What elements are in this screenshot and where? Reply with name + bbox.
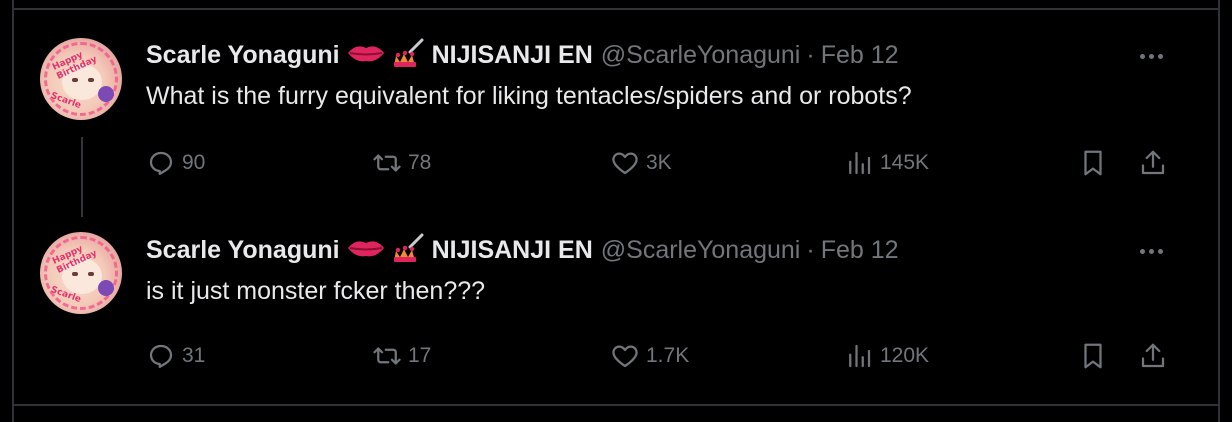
share-icon [1141,343,1165,368]
lips-icon [346,41,386,70]
views-count: 120K [880,344,930,367]
views-icon [849,344,871,368]
avatar-bow [98,280,114,296]
avatar-eye-right [88,78,94,82]
reply-icon [149,151,173,175]
lips-icon [346,236,386,265]
tweet-text: is it just monster fcker then??? [146,277,486,305]
reply-button[interactable]: 90 [146,146,205,180]
reply-icon [149,344,173,368]
like-button[interactable]: 3K [610,146,672,180]
tweet-text: What is the furry equivalent for liking … [146,82,912,110]
repost-icon [373,154,401,172]
heart-icon [612,152,638,175]
reply-count: 90 [182,151,206,174]
repost-button[interactable]: 78 [372,146,431,180]
avatar[interactable]: Happy Birthday Scarle [40,38,122,120]
views-button[interactable]: 120K [844,339,929,373]
tweet-header: Scarle Yonaguni NIJISANJI EN @ScarleYona… [146,233,899,268]
avatar-eye-right [88,272,94,276]
tweet-actions: 90 78 3K 145K [146,146,1196,180]
column-border-right [1218,0,1220,422]
separator-dot: · [806,235,815,264]
avatar-eye-left [72,78,78,82]
share-button[interactable] [1138,146,1168,180]
share-button[interactable] [1138,339,1168,373]
divider-bottom [12,404,1220,406]
share-icon [1141,150,1165,175]
tweet[interactable]: Happy Birthday Scarle Scarle Yonaguni NI… [14,10,1218,217]
views-button[interactable]: 145K [844,146,929,180]
like-count: 1.7K [646,344,690,367]
avatar[interactable]: Happy Birthday Scarle [40,232,122,314]
display-name[interactable]: Scarle Yonaguni [146,41,340,70]
bookmark-icon [1084,150,1102,176]
separator-dot: · [806,40,815,69]
bookmark-button[interactable] [1078,146,1108,180]
more-icon[interactable] [1140,46,1170,66]
views-count: 145K [880,151,930,174]
more-icon[interactable] [1140,241,1170,261]
timestamp[interactable]: Feb 12 [821,236,899,265]
tweet-header: Scarle Yonaguni NIJISANJI EN @ScarleYona… [146,38,899,73]
nail-polish-icon [392,233,426,268]
heart-icon [612,345,638,368]
bookmark-button[interactable] [1078,339,1108,373]
handle[interactable]: @ScarleYonaguni [601,236,801,265]
avatar-eye-left [72,272,78,276]
timeline-frame: Happy Birthday Scarle Scarle Yonaguni NI… [0,0,1232,422]
repost-count: 78 [408,151,432,174]
handle[interactable]: @ScarleYonaguni [601,41,801,70]
repost-icon [373,347,401,365]
tweet[interactable]: Happy Birthday Scarle Scarle Yonaguni NI… [14,205,1218,404]
org-name: NIJISANJI EN [431,235,593,264]
reply-button[interactable]: 31 [146,339,205,373]
tweet-actions: 31 17 1.7K 120K [146,339,1196,373]
nail-polish-icon [392,38,426,73]
org-name: NIJISANJI EN [431,40,593,69]
like-button[interactable]: 1.7K [610,339,689,373]
like-count: 3K [646,151,672,174]
display-name[interactable]: Scarle Yonaguni [146,236,340,265]
timestamp[interactable]: Feb 12 [821,41,899,70]
repost-count: 17 [408,344,432,367]
views-icon [849,151,871,175]
reply-count: 31 [182,344,206,367]
avatar-bow [98,86,114,102]
repost-button[interactable]: 17 [372,339,431,373]
bookmark-icon [1084,343,1102,369]
